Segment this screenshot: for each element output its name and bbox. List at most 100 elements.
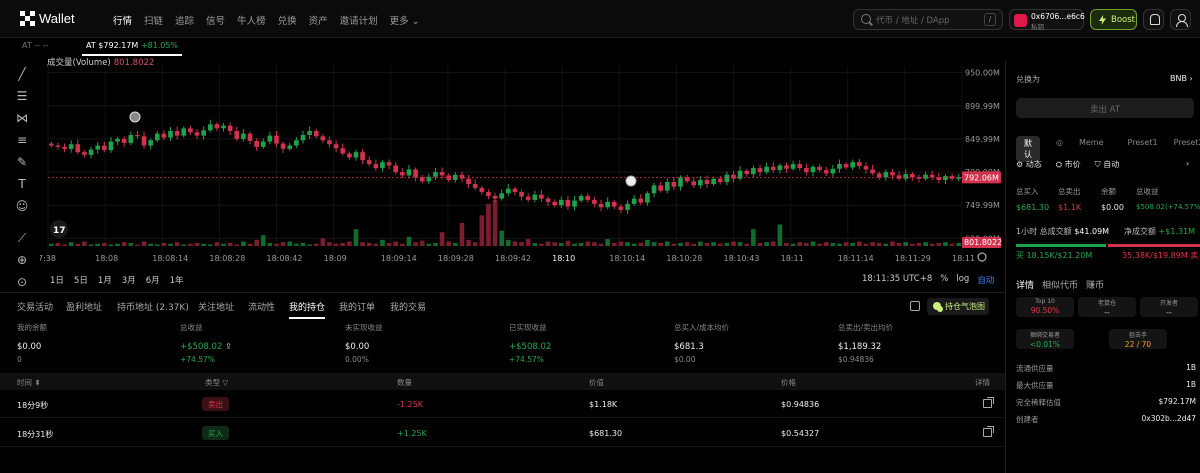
tab-similar-tokens[interactable]: 相似代币 bbox=[1042, 278, 1078, 291]
tab-token-2[interactable]: AT $792.17M +81.05% bbox=[81, 41, 183, 56]
share-icon[interactable]: ⇪ bbox=[225, 342, 232, 352]
option-market[interactable]: ⛭ 市价 bbox=[1056, 159, 1081, 170]
boost-button[interactable]: Boost bbox=[1090, 9, 1137, 30]
range-3m[interactable]: 3月 bbox=[122, 274, 136, 286]
tab-preset-1[interactable]: Preset1 bbox=[1120, 136, 1166, 162]
okx-logo[interactable]: Wallet bbox=[20, 11, 75, 26]
tab-watchlist[interactable]: 关注地址 bbox=[198, 300, 234, 313]
col-type[interactable]: 类型 ▽ bbox=[205, 377, 228, 388]
candle-body bbox=[744, 170, 750, 175]
chevron-right-icon[interactable]: › bbox=[1186, 159, 1189, 168]
detail-value[interactable]: 0x302b...2d47 bbox=[1141, 414, 1196, 423]
range-1m[interactable]: 1月 bbox=[98, 274, 112, 286]
volume-bar bbox=[731, 241, 736, 246]
brush-tool-icon[interactable]: ✎ bbox=[14, 154, 30, 170]
candle-body bbox=[234, 130, 240, 139]
external-link-icon[interactable] bbox=[983, 426, 994, 437]
search-input[interactable]: 代币 / 地址 / DApp / bbox=[853, 9, 1003, 30]
stat-realized: 已实现收益 +$508.02 +74.57% bbox=[509, 322, 551, 364]
menu-item-market[interactable]: 行情 bbox=[113, 13, 132, 27]
menu-item-scan[interactable]: 扫链 bbox=[144, 13, 163, 27]
volume-bar bbox=[890, 241, 895, 246]
candle-body bbox=[101, 145, 107, 151]
tab-preset-2[interactable]: Preset2 bbox=[1166, 136, 1200, 162]
search-placeholder: 代币 / 地址 / DApp bbox=[876, 16, 950, 26]
tab-profit-addresses[interactable]: 盈利地址 bbox=[66, 300, 102, 313]
tab-trade-activity[interactable]: 交易活动 bbox=[17, 300, 53, 313]
col-time[interactable]: 时间 ⬍ bbox=[17, 377, 41, 388]
volume-bar bbox=[631, 243, 637, 246]
volume-bar bbox=[638, 242, 644, 246]
volume-bar bbox=[578, 242, 584, 246]
external-link-icon[interactable] bbox=[983, 397, 994, 408]
option-dynamic[interactable]: ⚙ 动态 bbox=[1016, 159, 1042, 170]
tab-my-trades[interactable]: 我的交易 bbox=[390, 300, 426, 313]
menu-item-swap[interactable]: 兑换 bbox=[278, 13, 297, 27]
sell-button[interactable]: 卖出 AT bbox=[1016, 98, 1194, 118]
tab-my-positions[interactable]: 我的持仓 bbox=[289, 300, 326, 319]
volume-bar bbox=[777, 224, 783, 246]
candle-body bbox=[135, 134, 140, 137]
menu-item-signal[interactable]: 信号 bbox=[206, 13, 225, 27]
panel-toggle-icon[interactable] bbox=[910, 301, 920, 311]
tab-token-1[interactable]: AT -- -- bbox=[22, 41, 48, 50]
candle-body bbox=[751, 168, 756, 175]
range-6m[interactable]: 6月 bbox=[146, 274, 160, 286]
magnet-tool-icon[interactable]: ⊙ bbox=[14, 274, 30, 290]
x-tick-label: 18:10:43 bbox=[724, 254, 760, 263]
menu-item-leaderboard[interactable]: 牛人榜 bbox=[237, 13, 266, 27]
hline-tool-icon[interactable]: ☰ bbox=[14, 88, 30, 104]
tab-holders[interactable]: 持币地址 (2.37K) bbox=[117, 300, 189, 313]
range-5d[interactable]: 5日 bbox=[74, 274, 88, 286]
auto-toggle[interactable]: 自动 bbox=[977, 274, 994, 286]
divider bbox=[0, 292, 1005, 293]
detail-label: 最大供应量 bbox=[1016, 381, 1054, 390]
tab-my-orders[interactable]: 我的订单 bbox=[339, 300, 375, 313]
range-1y[interactable]: 1年 bbox=[170, 274, 184, 286]
candle-body bbox=[479, 187, 485, 192]
option-auto[interactable]: ⛉ 自动 bbox=[1095, 159, 1120, 170]
candle-body bbox=[201, 130, 206, 136]
zoom-tool-icon[interactable]: ⊕ bbox=[14, 252, 30, 268]
menu-more-label: 更多 bbox=[389, 16, 409, 27]
candle-body bbox=[698, 180, 703, 186]
menu-item-more[interactable]: 更多 ⌄ bbox=[390, 13, 420, 27]
volume-bar bbox=[234, 244, 240, 246]
candle-body bbox=[717, 178, 723, 183]
emoji-tool-icon[interactable]: ☺ bbox=[14, 198, 30, 214]
log-toggle[interactable]: log bbox=[956, 274, 969, 286]
option-dynamic-label: 动态 bbox=[1025, 160, 1042, 169]
volume-bar bbox=[896, 242, 902, 246]
ruler-tool-icon[interactable]: ⟋ bbox=[14, 230, 30, 246]
menu-item-assets[interactable]: 资产 bbox=[309, 13, 328, 27]
price-chart[interactable]: 950.00M899.99M849.99M799.99M749.99M699.9… bbox=[40, 60, 1005, 292]
detail-fdv: 完全稀释估值 $792.17M bbox=[1016, 397, 1196, 408]
bell-icon[interactable] bbox=[1143, 9, 1164, 30]
tab-details[interactable]: 详情 bbox=[1016, 278, 1034, 291]
trendline-tool-icon[interactable]: ╱ bbox=[14, 66, 30, 82]
detail-max-supply: 最大供应量 1B bbox=[1016, 380, 1196, 391]
menu-item-track[interactable]: 追踪 bbox=[175, 13, 194, 27]
menu-item-invite[interactable]: 邀请计划 bbox=[340, 13, 378, 27]
convert-token-select[interactable]: BNB › bbox=[1170, 74, 1193, 83]
volume-tag-label: 801.8022 bbox=[964, 238, 1002, 247]
user-icon[interactable] bbox=[1170, 9, 1191, 30]
trade-options: ⚙ 动态 ⛭ 市价 ⛉ 自动 bbox=[1016, 159, 1119, 170]
range-1d[interactable]: 1日 bbox=[50, 274, 64, 286]
volume-bar bbox=[214, 242, 220, 246]
text-tool-icon[interactable]: T bbox=[14, 176, 30, 192]
col-details: 详情 bbox=[975, 378, 990, 387]
tab-liquidity[interactable]: 流动性 bbox=[248, 300, 275, 313]
holding-bubble-button[interactable]: 持仓气泡图 bbox=[927, 298, 989, 315]
candle-body bbox=[804, 168, 809, 173]
pnl-label: 余额 bbox=[1101, 187, 1116, 196]
account-switcher[interactable]: 0x6706...e6c6 私钥 bbox=[1009, 9, 1085, 31]
tab-earn[interactable]: 赚币 bbox=[1086, 278, 1104, 291]
fib-tool-icon[interactable]: ≡ bbox=[14, 132, 30, 148]
table-row: 18分31秒 买入 +1.25K $681.30 $0.54327 bbox=[0, 420, 1005, 447]
volume-bar bbox=[843, 242, 849, 246]
chart-bottom-controls: 18:11:35 UTC+8 % log 自动 bbox=[862, 274, 994, 286]
net-volume-value: +$1.31M bbox=[1158, 227, 1196, 236]
percent-toggle[interactable]: % bbox=[940, 274, 948, 286]
pattern-tool-icon[interactable]: ⋈ bbox=[14, 110, 30, 126]
